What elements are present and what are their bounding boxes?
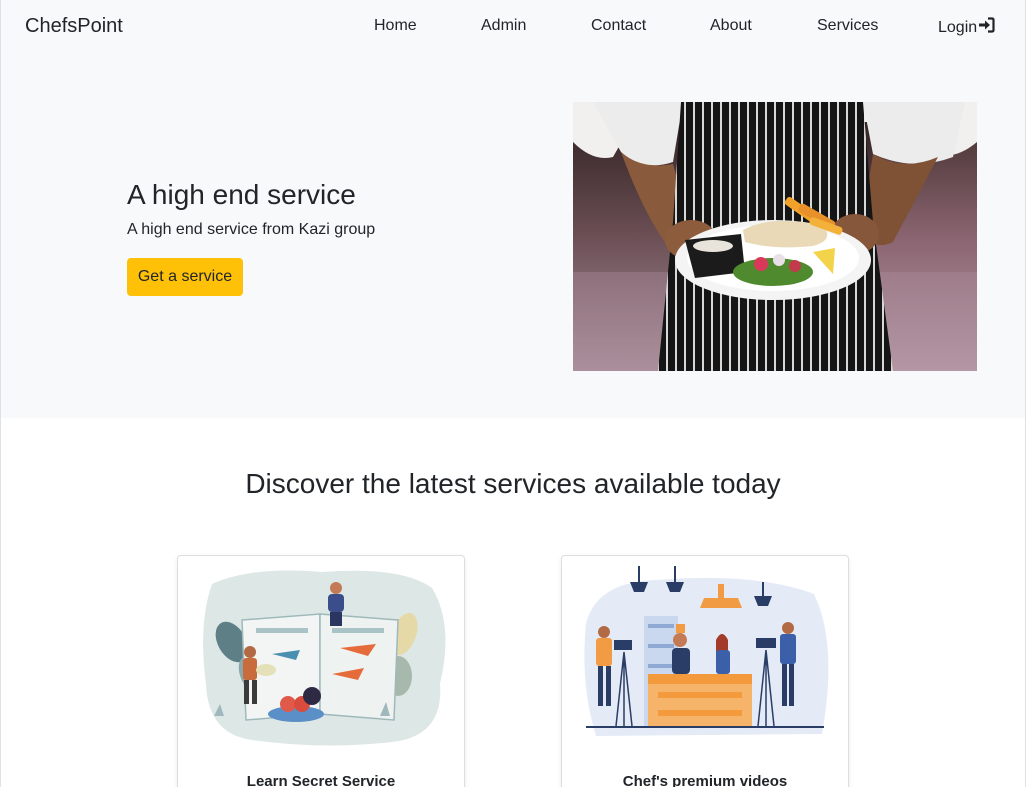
service-card-title: Chef's premium videos: [622, 773, 788, 787]
hero-title: A high end service: [127, 179, 356, 210]
get-service-button[interactable]: Get a service: [127, 258, 243, 296]
hero-subtitle: A high end service from Kazi group: [127, 221, 376, 238]
nav-services[interactable]: Services: [817, 17, 878, 35]
cooking-show-filming-illustration: [576, 564, 836, 752]
nav-login-label: Login: [938, 18, 978, 36]
hero-section: A high end service A high end service fr…: [1, 54, 1025, 418]
service-card-premium-videos[interactable]: Chef's premium videos: [561, 555, 849, 787]
nav-login[interactable]: Login: [938, 17, 995, 38]
services-heading: Discover the latest services available t…: [245, 468, 781, 499]
nav-contact[interactable]: Contact: [591, 17, 646, 35]
nav-about[interactable]: About: [710, 17, 752, 35]
service-card-title: Learn Secret Service: [246, 773, 396, 787]
nav-home[interactable]: Home: [374, 17, 417, 35]
recipe-book-illustration: [192, 564, 452, 752]
nav-admin[interactable]: Admin: [481, 17, 526, 35]
brand-logo[interactable]: ChefsPoint: [25, 15, 123, 38]
navbar: ChefsPoint Home Admin Contact About Serv…: [1, 0, 1025, 54]
sign-in-icon: [978, 17, 995, 38]
service-card-learn-secret[interactable]: Learn Secret Service: [177, 555, 465, 787]
page: ChefsPoint Home Admin Contact About Serv…: [0, 0, 1026, 787]
hero-chef-image: [573, 102, 977, 371]
